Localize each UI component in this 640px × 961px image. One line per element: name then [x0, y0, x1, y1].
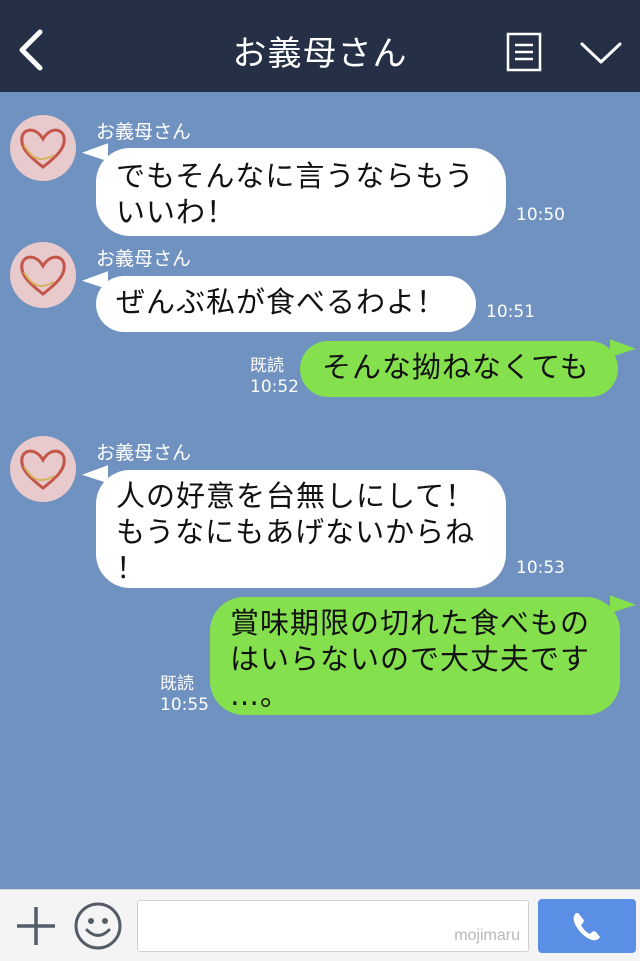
message-input-bar: mojimaru — [0, 889, 640, 961]
message-line: 賞味期限の切れた食べもの — [230, 606, 591, 640]
message-time: 10:51 — [486, 302, 535, 322]
message-line: …。 — [230, 678, 291, 712]
message-bubble-outgoing[interactable]: そんな拗ねなくても — [300, 341, 618, 397]
chat-title: お義母さん — [232, 34, 408, 74]
message-line: はいらないので大丈夫です — [230, 642, 591, 676]
message-input[interactable]: mojimaru — [137, 900, 529, 952]
message-line: もうなにもあげないからね — [116, 515, 476, 549]
sender-name: お義母さん — [96, 248, 192, 270]
heart-avatar-icon — [20, 449, 66, 490]
plus-icon[interactable] — [14, 904, 58, 948]
message-bubble-outgoing[interactable]: 賞味期限の切れた食べもの はいらないので大丈夫です …。 — [210, 597, 620, 715]
avatar[interactable] — [10, 115, 76, 181]
heart-avatar-icon — [20, 255, 66, 296]
message-time: 10:55 — [160, 695, 209, 715]
sender-name: お義母さん — [96, 121, 192, 143]
watermark: mojimaru — [454, 927, 520, 944]
avatar[interactable] — [10, 436, 76, 502]
message-bubble-incoming[interactable]: 人の好意を台無しにして！ もうなにもあげないからね ！ — [96, 470, 506, 588]
message-line: でもそんなに言うならもう — [116, 159, 475, 193]
sender-name: お義母さん — [96, 442, 192, 464]
message-bubble-incoming[interactable]: ぜんぶ私が食べるわよ！ — [96, 276, 476, 332]
heart-avatar-icon — [20, 128, 66, 169]
message-bubble-incoming[interactable]: でもそんなに言うならもう いいわ！ — [96, 148, 506, 236]
message-line: 人の好意を台無しにして！ — [116, 479, 476, 513]
message-line: いいわ！ — [116, 195, 237, 229]
message-time: 10:50 — [516, 205, 565, 225]
message-time: 10:52 — [250, 377, 299, 397]
note-menu-icon[interactable] — [506, 32, 542, 72]
message-line: ぜんぶ私が食べるわよ！ — [116, 285, 447, 319]
read-receipt: 既読 — [250, 356, 284, 376]
read-receipt: 既読 — [160, 674, 194, 694]
smiley-icon[interactable] — [73, 901, 123, 951]
message-time: 10:53 — [516, 558, 565, 578]
avatar[interactable] — [10, 242, 76, 308]
chevron-down-icon[interactable] — [578, 38, 624, 68]
message-line: ！ — [116, 551, 147, 585]
chat-header: お義母さん — [0, 0, 640, 92]
message-line: そんな拗ねなくても — [322, 350, 590, 384]
chat-area[interactable]: お義母さん でもそんなに言うならもう いいわ！ 10:50 お義母さん ぜんぶ私… — [0, 92, 640, 889]
phone-icon — [573, 913, 600, 941]
call-button[interactable] — [538, 899, 636, 953]
